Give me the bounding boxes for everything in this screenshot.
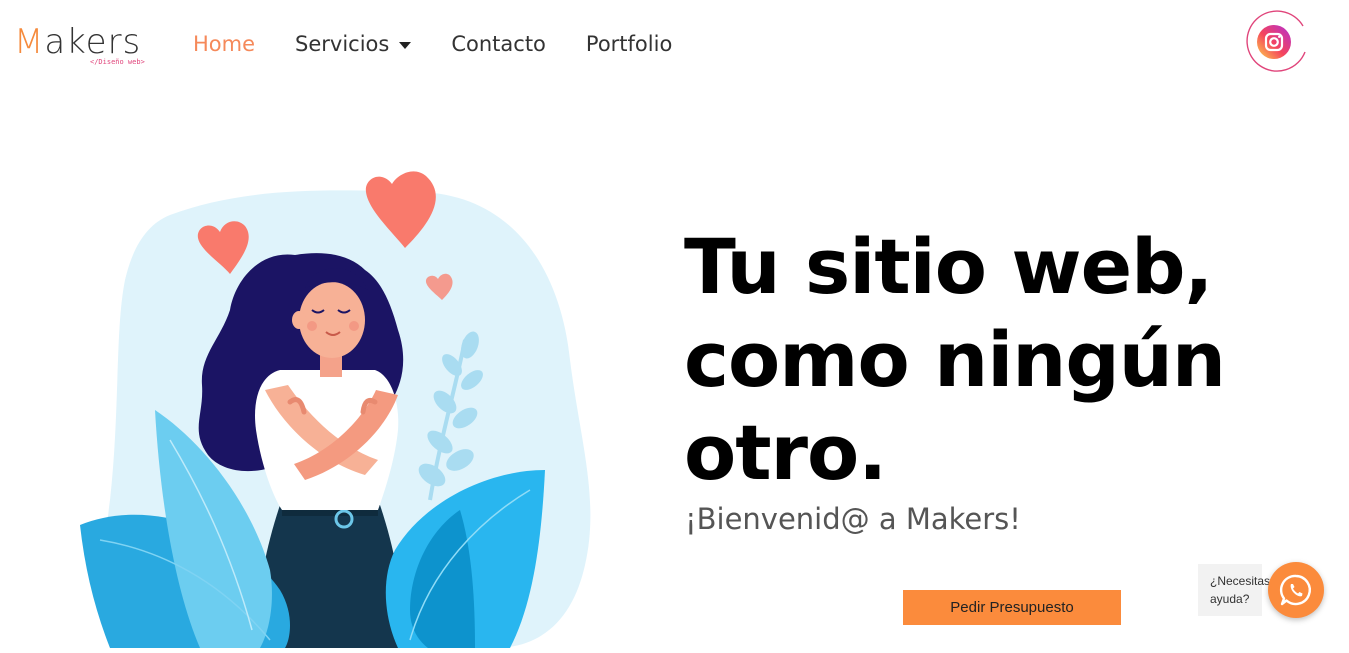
help-tooltip[interactable]: ¿Necesitas ayuda? [1198, 564, 1271, 616]
instagram-icon [1246, 10, 1306, 72]
whatsapp-icon [1279, 574, 1311, 606]
nav-home[interactable]: Home [193, 32, 255, 56]
nav-servicios-label: Servicios [295, 32, 390, 56]
nav-servicios[interactable]: Servicios [295, 32, 412, 56]
help-line-2: ayuda? [1210, 592, 1250, 606]
request-quote-button[interactable]: Pedir Presupuesto [903, 590, 1121, 625]
caret-down-icon [399, 41, 412, 49]
hero-headline: Tu sitio web, como ningún otro. [684, 220, 1324, 499]
hero-illustration [80, 170, 600, 649]
logo-tagline: </Diseño web> [90, 58, 145, 66]
nav-contacto[interactable]: Contacto [451, 32, 546, 56]
nav-portfolio[interactable]: Portfolio [586, 32, 672, 56]
site-logo[interactable]: Makers </Diseño web> [14, 22, 154, 72]
headline-line-1: Tu sitio web, [684, 222, 1213, 311]
hero-subheadline: ¡Bienvenid@ a Makers! [685, 502, 1021, 536]
whatsapp-button[interactable] [1268, 562, 1324, 618]
main-nav: Home Servicios Contacto Portfolio [193, 32, 712, 56]
logo-wordmark: Makers [14, 22, 142, 62]
face [299, 282, 365, 358]
help-line-1: ¿Necesitas [1210, 574, 1271, 588]
instagram-link[interactable] [1243, 8, 1311, 72]
headline-line-2: como ningún [684, 315, 1226, 404]
headline-line-3: otro. [684, 408, 887, 497]
